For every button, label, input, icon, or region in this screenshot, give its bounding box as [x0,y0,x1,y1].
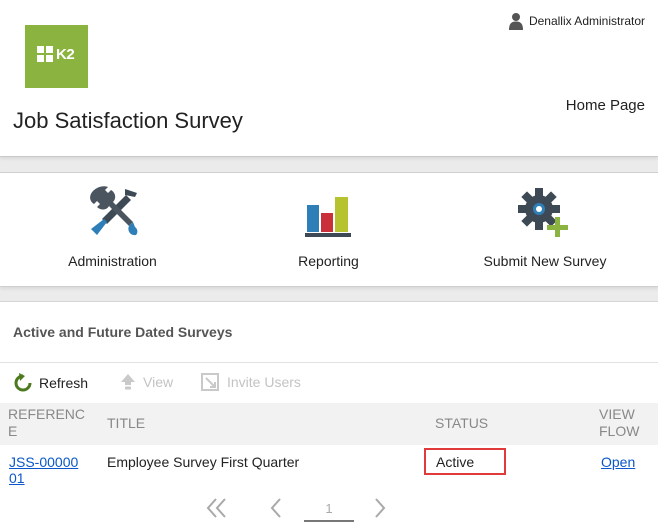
invite-icon [201,373,219,391]
user-icon [508,13,523,30]
gear-plus-icon [518,188,568,237]
refresh-icon [14,373,32,392]
submit-new-survey-tile[interactable]: Submit New Survey [470,173,620,286]
next-page-icon[interactable] [372,497,388,519]
refresh-label: Refresh [39,375,89,391]
reporting-label: Reporting [298,253,359,269]
previous-page-icon[interactable] [268,497,284,519]
user-name: Denallix Administrator [528,14,645,28]
user-menu[interactable]: Denallix Administrator [508,12,645,30]
arrow-up-icon [121,374,135,390]
current-page[interactable]: 1 [304,501,354,522]
view-label: View [143,374,174,390]
submit-new-survey-label: Submit New Survey [483,253,607,269]
table-row[interactable]: JSS-0000001 Employee Survey First Quarte… [0,445,658,489]
pagination: 1 [0,492,658,532]
administration-label: Administration [68,253,157,269]
survey-status: Active [436,454,475,470]
logo-text: K2 [56,46,75,63]
home-page-link[interactable]: Home Page [566,97,645,114]
k2-logo[interactable]: K2 [25,25,88,88]
survey-title: Employee Survey First Quarter [107,454,300,470]
column-title[interactable]: TITLE [107,415,145,432]
bar-chart-icon [304,197,351,237]
surveys-toolbar: Refresh View Invite Users [0,363,658,403]
administration-tile[interactable]: Administration [50,173,175,286]
app-header: K2 Denallix Administrator Home Page Job … [0,0,658,157]
column-reference[interactable]: REFERENCE [8,406,93,440]
first-page-icon[interactable] [205,497,229,519]
table-header: REFERENCE TITLE STATUS VIEW FLOW [0,403,658,445]
invite-users-label: Invite Users [227,374,301,390]
reporting-tile[interactable]: Reporting [266,173,391,286]
column-status[interactable]: STATUS [435,415,488,432]
column-view-flow[interactable]: VIEW FLOW [599,406,649,440]
view-button[interactable]: View [119,373,173,391]
reference-link[interactable]: JSS-0000001 [9,454,79,486]
section-title: Active and Future Dated Surveys [13,324,233,340]
refresh-button[interactable]: Refresh [13,373,88,393]
invite-users-button[interactable]: Invite Users [201,373,301,391]
navigation-tiles: Administration Reporting Submit New Surv… [0,172,658,287]
surveys-panel: Active and Future Dated Surveys Refresh … [0,301,658,532]
tools-icon [89,186,137,236]
logo-grid-icon [37,46,54,63]
page-title: Job Satisfaction Survey [13,108,243,133]
open-flow-link[interactable]: Open [601,454,635,470]
